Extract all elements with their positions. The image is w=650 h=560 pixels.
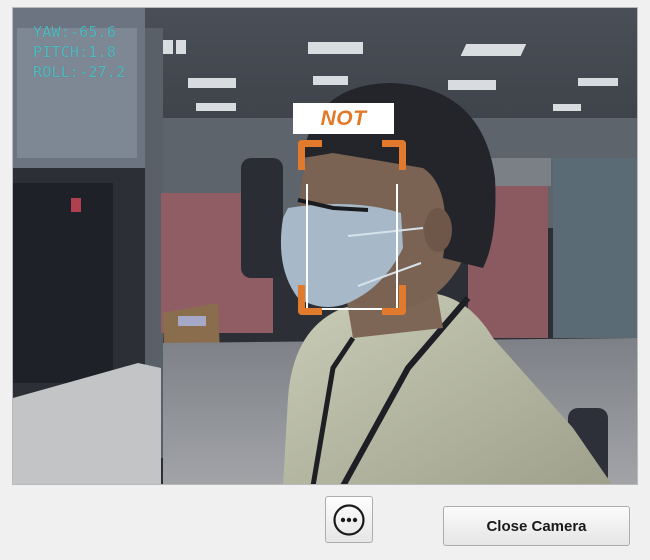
head-pose-readout: YAW:-65.6 PITCH:1.8 ROLL:-27.2 xyxy=(33,22,125,82)
app-window: YAW:-65.6 PITCH:1.8 ROLL:-27.2 NOT Close… xyxy=(0,0,650,560)
pitch-readout: PITCH:1.8 xyxy=(33,43,117,61)
ellipsis-circle-icon xyxy=(333,503,365,536)
more-options-button[interactable] xyxy=(325,496,373,543)
roll-readout: ROLL:-27.2 xyxy=(33,63,126,81)
yaw-readout: YAW:-65.6 xyxy=(33,23,117,41)
camera-feed: YAW:-65.6 PITCH:1.8 ROLL:-27.2 NOT xyxy=(12,7,638,485)
close-camera-button[interactable]: Close Camera xyxy=(443,506,630,546)
mask-status-label: NOT xyxy=(293,103,394,134)
